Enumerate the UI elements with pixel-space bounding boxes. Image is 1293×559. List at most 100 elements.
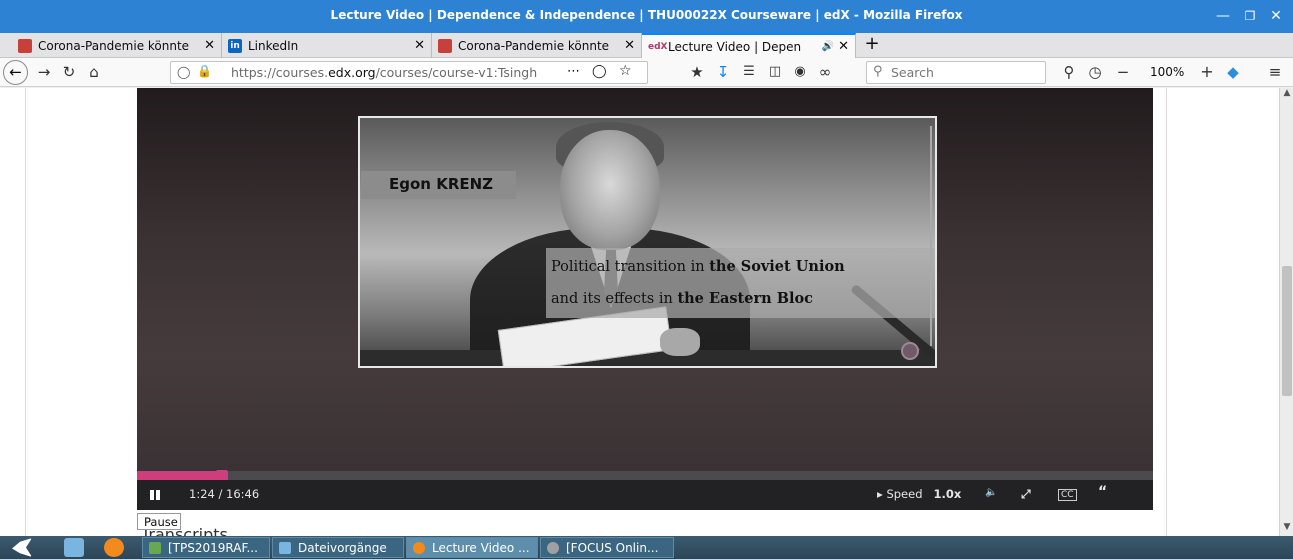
tab-corona-1[interactable]: Corona-Pandemie könnte ✕ [12, 33, 222, 58]
tab-bar: Corona-Pandemie könnte ✕ in LinkedIn ✕ C… [0, 33, 1293, 58]
url-bar[interactable]: ◯ 🔒 https://courses.edx.org/courses/cour… [170, 61, 648, 84]
tab-linkedin[interactable]: in LinkedIn ✕ [222, 33, 432, 58]
shield-icon[interactable]: ◯ [177, 65, 190, 79]
fullscreen-icon[interactable]: ⤢ [1021, 487, 1031, 502]
scroll-up-icon[interactable]: ▲ [1280, 88, 1293, 98]
history-clock-icon[interactable]: ◷ [1084, 61, 1106, 83]
close-tab-icon[interactable]: ✕ [838, 39, 849, 54]
home-icon[interactable]: ⌂ [83, 61, 105, 83]
zoom-out-icon[interactable]: − [1112, 61, 1134, 83]
search-icon: ⚲ [873, 64, 883, 79]
navigation-toolbar: ← → ↻ ⌂ ◯ 🔒 https://courses.edx.org/cour… [0, 58, 1293, 87]
start-menu-icon[interactable] [12, 538, 32, 557]
slide-caption: Political transition in the Soviet Union… [546, 248, 935, 318]
lock-icon[interactable]: 🔒 [197, 64, 212, 78]
minimize-icon[interactable]: — [1213, 6, 1233, 26]
speed-value: 1.0x [933, 487, 962, 501]
tab-label: Corona-Pandemie könnte [38, 38, 190, 53]
page-content: Egon KRENZ Political transition in the S… [0, 88, 1279, 536]
bookmark-star-icon[interactable]: ☆ [619, 63, 632, 79]
library-icon[interactable]: ☰ [738, 61, 760, 83]
news-favicon-icon [18, 38, 32, 53]
url-prefix: https://courses. [231, 65, 329, 80]
tab-label: LinkedIn [248, 38, 299, 53]
reader-icon[interactable]: ★ [686, 61, 708, 83]
task-label: [FOCUS Onlin... [566, 540, 659, 555]
progress-fill [137, 471, 222, 480]
task-label: Lecture Video ... [432, 540, 530, 555]
video-player[interactable]: Egon KRENZ Political transition in the S… [137, 88, 1153, 471]
reload-icon[interactable]: ↻ [58, 61, 80, 83]
menu-icon[interactable]: ≡ [1264, 61, 1286, 83]
caption-line-1: Political transition in the Soviet Union [551, 258, 845, 275]
document-icon [149, 541, 161, 554]
url-host: edx.org [328, 65, 376, 80]
speed-label: Speed [886, 487, 923, 501]
file-transfer-icon [279, 541, 291, 554]
tab-label: Lecture Video | Depen [668, 39, 802, 54]
zoom-search-icon[interactable]: ⚲ [1058, 61, 1080, 83]
caption-line-1-text: Political transition in [551, 259, 710, 275]
close-icon[interactable]: ✕ [1266, 6, 1286, 26]
zoom-level[interactable]: 100% [1150, 65, 1184, 79]
taskbar-task-focus-online[interactable]: [FOCUS Onlin... [540, 537, 674, 558]
taskbar-task-tps2019[interactable]: [TPS2019RAF... [142, 537, 270, 558]
video-controls: 1:24 / 16:46 ▸ Speed 1.0x 🔈 ⤢ CC “ [137, 480, 1153, 510]
microphone-head [901, 342, 919, 360]
firefox-icon [547, 541, 559, 554]
new-tab-button[interactable]: + [862, 33, 882, 58]
video-time: 1:24 / 16:46 [189, 487, 260, 501]
transcript-quote-icon[interactable]: “ [1098, 484, 1107, 500]
closed-captions-icon[interactable]: CC [1058, 489, 1077, 501]
slide-name-label: Egon KRENZ [361, 171, 516, 199]
volume-icon[interactable]: 🔈 [985, 487, 997, 498]
url-text[interactable]: https://courses.edx.org/courses/course-v… [231, 65, 537, 80]
addon-icon[interactable]: ◆ [1222, 61, 1244, 83]
close-tab-icon[interactable]: ✕ [414, 38, 425, 53]
task-label: [TPS2019RAF... [168, 540, 258, 555]
account-icon[interactable]: ◉ [789, 61, 811, 83]
pause-button[interactable] [147, 487, 163, 503]
firefox-icon [413, 541, 425, 554]
tab-lecture-video[interactable]: edX Lecture Video | Depen 🔊 ✕ [642, 33, 856, 58]
file-manager-icon[interactable] [64, 538, 84, 557]
linkedin-icon: in [228, 38, 242, 53]
caption-line-1-bold: the Soviet Union [709, 258, 845, 275]
download-icon[interactable]: ↧ [712, 61, 734, 83]
scrollbar-thumb[interactable] [1282, 266, 1292, 396]
video-frame[interactable]: Egon KRENZ Political transition in the S… [358, 116, 937, 368]
edx-favicon-icon: edX [648, 41, 668, 52]
vertical-scrollbar[interactable]: ▲ ▼ [1279, 88, 1293, 536]
back-arrow-icon[interactable]: ← [3, 60, 28, 85]
search-input[interactable] [891, 65, 1041, 80]
speaker-hand [660, 328, 700, 356]
window-title: Lecture Video | Dependence & Independenc… [330, 8, 963, 22]
close-tab-icon[interactable]: ✕ [204, 38, 215, 53]
video-progress-bar[interactable] [137, 470, 1153, 481]
speed-control[interactable]: ▸ Speed 1.0x [877, 487, 961, 501]
zoom-in-icon[interactable]: + [1196, 61, 1218, 83]
url-path: /courses/course-v1:TsinghuaX [375, 65, 537, 80]
page-actions-icon[interactable]: ⋯ [567, 64, 580, 79]
taskbar-task-dateivorgaenge[interactable]: Dateivorgänge [272, 537, 404, 558]
firefox-icon[interactable] [104, 538, 124, 557]
caption-line-2-text: and its effects in [551, 291, 678, 307]
pause-tooltip: Pause [137, 513, 181, 530]
close-tab-icon[interactable]: ✕ [624, 38, 635, 53]
search-box[interactable]: ⚲ [866, 61, 1046, 84]
tab-corona-2[interactable]: Corona-Pandemie könnte ✕ [432, 33, 642, 58]
restore-icon[interactable]: ❐ [1240, 6, 1260, 26]
pocket-icon[interactable]: ◯ [592, 64, 607, 79]
news-favicon-icon [438, 38, 452, 53]
speaker-head [560, 130, 660, 250]
extension-icon[interactable]: ∞ [814, 61, 836, 83]
os-taskbar: [TPS2019RAF... Dateivorgänge Lecture Vid… [0, 536, 1293, 559]
speaker-icon[interactable]: 🔊 [822, 41, 834, 52]
sidebar-icon[interactable]: ◫ [764, 61, 786, 83]
tab-label: Corona-Pandemie könnte [458, 38, 610, 53]
caption-line-2: and its effects in the Eastern Bloc [551, 290, 813, 307]
taskbar-task-lecture-video[interactable]: Lecture Video ... [406, 537, 538, 558]
forward-arrow-icon[interactable]: → [33, 61, 55, 83]
task-label: Dateivorgänge [298, 540, 387, 555]
scroll-down-icon[interactable]: ▼ [1280, 522, 1293, 532]
